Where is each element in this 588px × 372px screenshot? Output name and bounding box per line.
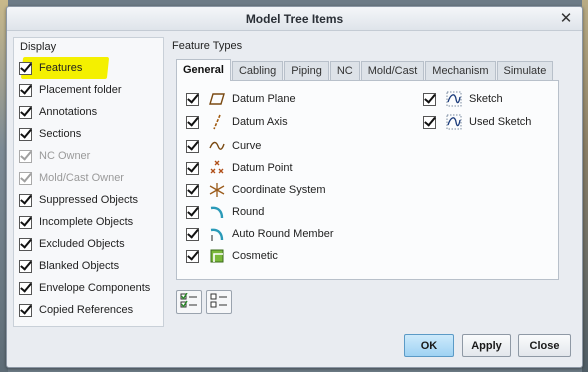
feature-item-label: Coordinate System (232, 184, 326, 196)
display-item-copied-references[interactable]: Copied References (19, 300, 159, 320)
sketch-icon (446, 91, 462, 107)
feature-item-curve[interactable]: Curve (186, 136, 261, 156)
tab-simulate[interactable]: Simulate (496, 61, 554, 81)
tab-cabling[interactable]: Cabling (231, 61, 284, 81)
feature-item-used-sketch[interactable]: Used Sketch (423, 112, 531, 132)
checkbox[interactable] (423, 115, 436, 129)
checkbox[interactable] (19, 61, 32, 75)
display-item-nc-owner: NC Owner (19, 146, 159, 166)
display-item-label: Suppressed Objects (39, 194, 139, 206)
feature-item-label: Datum Plane (232, 93, 296, 105)
display-item-label: Incomplete Objects (39, 216, 134, 228)
checkbox[interactable] (186, 139, 199, 153)
feature-item-datum-point[interactable]: Datum Point (186, 158, 293, 178)
select-all-icon (180, 292, 198, 312)
checkbox[interactable] (186, 115, 199, 129)
display-panel: Display Features Placement folder Annota… (13, 37, 164, 327)
display-item-features[interactable]: Features (19, 58, 159, 78)
display-item-label: Envelope Components (39, 282, 151, 294)
checkbox[interactable] (19, 193, 32, 207)
clear-all-icon (210, 293, 228, 312)
checkbox[interactable] (19, 215, 32, 229)
feature-item-auto-round-member[interactable]: Auto Round Member (186, 224, 334, 244)
feature-item-round[interactable]: Round (186, 202, 264, 222)
datum-plane-icon (209, 91, 225, 107)
close-icon[interactable]: ✕ (558, 10, 574, 26)
tab-general[interactable]: General (176, 59, 231, 81)
feature-item-label: Round (232, 206, 265, 218)
checkbox[interactable] (186, 249, 199, 263)
display-item-incomplete-objects[interactable]: Incomplete Objects (19, 212, 159, 232)
display-item-label: Annotations (39, 106, 98, 118)
checkbox[interactable] (186, 183, 199, 197)
checkbox[interactable] (186, 161, 199, 175)
datum-axis-icon (209, 114, 225, 130)
coordinate-system-icon (209, 182, 225, 198)
checkbox[interactable] (19, 259, 32, 273)
feature-item-label: Used Sketch (469, 116, 532, 128)
datum-point-icon (209, 160, 225, 176)
feature-item-datum-plane[interactable]: Datum Plane (186, 89, 296, 109)
display-label: Display (20, 41, 57, 53)
tab-piping[interactable]: Piping (284, 61, 329, 81)
checkbox (19, 171, 32, 185)
display-item-sections[interactable]: Sections (19, 124, 159, 144)
model-tree-items-dialog: Model Tree Items ✕ Display Features Plac… (6, 6, 583, 368)
feature-item-label: Cosmetic (232, 250, 278, 262)
feature-item-label: Auto Round Member (232, 228, 334, 240)
apply-button[interactable]: Apply (462, 334, 511, 357)
ok-button[interactable]: OK (404, 334, 454, 357)
display-item-label: Excluded Objects (39, 238, 125, 250)
display-item-label: Placement folder (39, 84, 122, 96)
feature-item-coordinate-system[interactable]: Coordinate System (186, 180, 326, 200)
display-item-blanked-objects[interactable]: Blanked Objects (19, 256, 159, 276)
checkbox[interactable] (186, 205, 199, 219)
checkbox[interactable] (19, 237, 32, 251)
curve-icon (209, 138, 225, 154)
feature-item-label: Sketch (469, 93, 503, 105)
display-item-label: Features (39, 62, 83, 74)
checkbox[interactable] (423, 92, 436, 106)
auto-round-member-icon (209, 226, 225, 242)
checkbox[interactable] (19, 127, 32, 141)
display-item-label: Mold/Cast Owner (39, 172, 124, 184)
general-tab-panel: Datum Plane Datum Axis Curve Datum Point… (176, 80, 559, 280)
display-item-label: NC Owner (39, 150, 91, 162)
feature-item-cosmetic[interactable]: Cosmetic (186, 246, 278, 266)
title-bar[interactable]: Model Tree Items ✕ (7, 7, 582, 31)
tab-nc[interactable]: NC (329, 61, 360, 81)
checkbox[interactable] (19, 105, 32, 119)
checkbox[interactable] (19, 303, 32, 317)
tab-mold-cast[interactable]: Mold/Cast (360, 61, 425, 81)
checkbox[interactable] (186, 92, 199, 106)
display-item-mold-cast-owner: Mold/Cast Owner (19, 168, 159, 188)
feature-types-label: Feature Types (172, 40, 243, 52)
display-item-label: Copied References (39, 304, 134, 316)
display-item-label: Blanked Objects (39, 260, 120, 272)
used-sketch-icon (446, 114, 462, 130)
display-item-label: Sections (39, 128, 82, 140)
feature-item-label: Datum Axis (232, 116, 288, 128)
feature-type-tabs: General Cabling Piping NC Mold/Cast Mech… (176, 59, 554, 81)
display-item-envelope-components[interactable]: Envelope Components (19, 278, 159, 298)
feature-item-datum-axis[interactable]: Datum Axis (186, 112, 288, 132)
checkbox (19, 149, 32, 163)
select-all-button[interactable] (176, 290, 202, 314)
feature-item-label: Datum Point (232, 162, 293, 174)
checkbox[interactable] (186, 227, 199, 241)
feature-item-label: Curve (232, 140, 262, 152)
round-icon (209, 204, 225, 220)
display-item-excluded-objects[interactable]: Excluded Objects (19, 234, 159, 254)
display-item-placement-folder[interactable]: Placement folder (19, 80, 159, 100)
close-button[interactable]: Close (518, 334, 571, 357)
cosmetic-icon (209, 248, 225, 264)
display-item-suppressed-objects[interactable]: Suppressed Objects (19, 190, 159, 210)
checkbox[interactable] (19, 281, 32, 295)
clear-all-button[interactable] (206, 290, 232, 314)
checkbox[interactable] (19, 83, 32, 97)
feature-item-sketch[interactable]: Sketch (423, 89, 503, 109)
tab-mechanism[interactable]: Mechanism (425, 61, 496, 81)
dialog-title: Model Tree Items (245, 12, 344, 26)
display-item-annotations[interactable]: Annotations (19, 102, 159, 122)
